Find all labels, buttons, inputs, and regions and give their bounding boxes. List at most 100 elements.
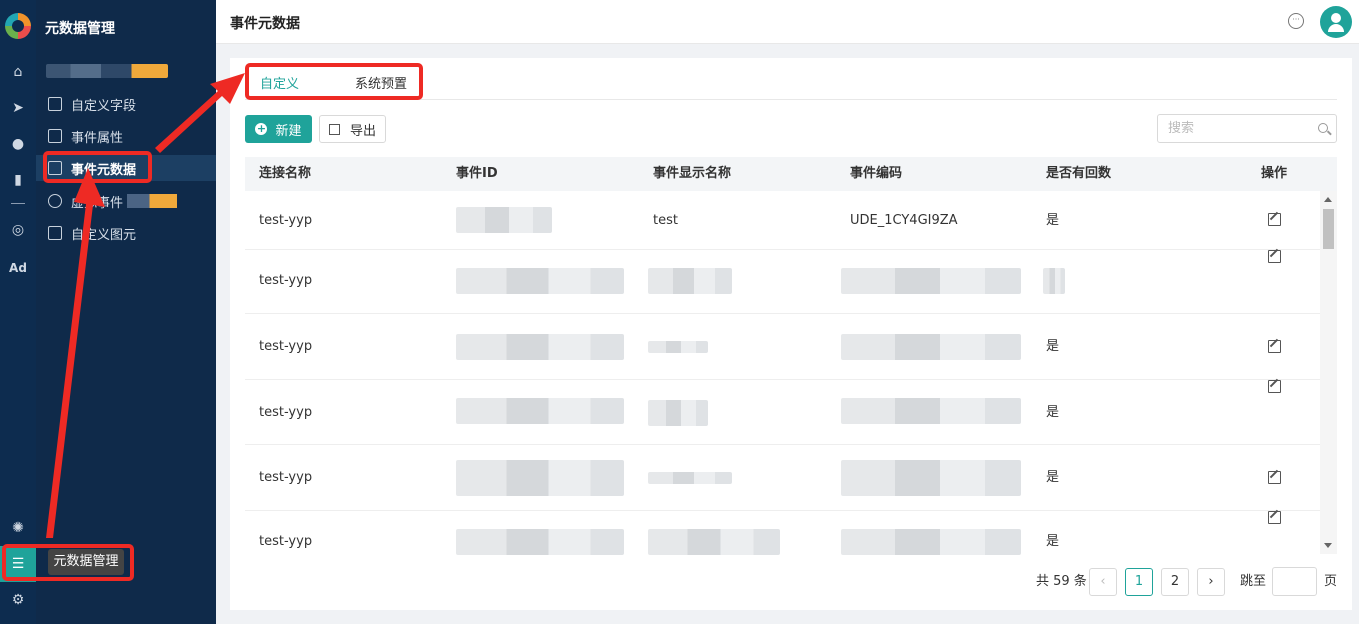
page-2-button[interactable]: 2 — [1161, 568, 1189, 596]
prev-page-button[interactable]: ‹ — [1089, 568, 1117, 596]
redacted-cell — [456, 207, 552, 233]
redacted-cell — [648, 529, 780, 555]
scroll-thumb[interactable] — [1323, 209, 1334, 249]
field-icon — [48, 97, 62, 111]
send-icon[interactable]: ➤ — [0, 96, 36, 120]
sidebar: 元数据管理 自定义字段 事件属性 事件元数据 虚拟事件 自定义图元 — [36, 0, 216, 624]
annotation-box-rail — [2, 544, 134, 581]
logo-icon — [5, 13, 31, 39]
cell-has-return: 是 — [1046, 405, 1060, 420]
main-card: 自定义 系统预置 + 新建 导出 连接名称 事件ID 事件显示名称 事件编码 是… — [230, 58, 1352, 610]
col-has-return: 是否有回数 — [1046, 166, 1112, 181]
sidebar-item-label: 自定义图元 — [71, 227, 137, 243]
edit-icon[interactable] — [1268, 511, 1281, 524]
jump-label: 跳至 — [1240, 574, 1267, 589]
next-page-button[interactable]: › — [1197, 568, 1225, 596]
table-row: test-yyp 是 — [245, 380, 1337, 445]
gear-icon[interactable]: ⚙ — [0, 588, 36, 612]
redacted-cell — [841, 398, 1021, 424]
table-row: test-yyp — [245, 250, 1337, 314]
edit-icon[interactable] — [1268, 213, 1281, 226]
cell-has-return: 是 — [1046, 534, 1060, 549]
redacted-cell — [456, 268, 624, 294]
new-button[interactable]: + 新建 — [245, 115, 312, 143]
ad-icon[interactable]: Ad — [0, 256, 36, 280]
sidebar-item-label: 自定义字段 — [71, 98, 137, 114]
edit-icon[interactable] — [1268, 250, 1281, 263]
icon-rail: ⌂ ➤ ● ▮ ◎ Ad ✺ ☰ ⚙ — [0, 0, 36, 624]
page-title: 事件元数据 — [230, 16, 300, 32]
edit-icon[interactable] — [1268, 471, 1281, 484]
edit-icon[interactable] — [1268, 380, 1281, 393]
table-header: 连接名称 事件ID 事件显示名称 事件编码 是否有回数 操作 — [245, 157, 1337, 191]
redacted-cell — [648, 472, 732, 484]
new-button-label: 新建 — [275, 123, 302, 139]
total-count: 共 59 条 — [1036, 574, 1087, 589]
bar-chart-icon[interactable]: ▮ — [0, 168, 36, 192]
cell-conn: test-yyp — [259, 405, 313, 420]
home-icon[interactable]: ⌂ — [0, 60, 36, 84]
cell-conn: test-yyp — [259, 213, 313, 228]
edit-icon[interactable] — [1268, 340, 1281, 353]
element-icon — [48, 226, 62, 240]
redacted-tail — [127, 194, 178, 208]
redacted-cell — [648, 268, 732, 294]
page-suffix: 页 — [1324, 574, 1338, 589]
header: 事件元数据 ··· — [216, 0, 1359, 44]
jump-page-input[interactable] — [1272, 567, 1317, 596]
cell-has-return: 是 — [1046, 213, 1060, 228]
cell-has-return: 是 — [1046, 339, 1060, 354]
sidebar-title: 元数据管理 — [45, 21, 115, 37]
table-row: test-yyp 是 — [245, 511, 1337, 575]
search-input[interactable] — [1158, 115, 1308, 142]
redacted-cell — [648, 341, 708, 353]
cell-conn: test-yyp — [259, 470, 313, 485]
attribute-icon — [48, 129, 62, 143]
sidebar-item-custom-element[interactable]: 自定义图元 — [36, 220, 216, 246]
redacted-cell — [456, 334, 624, 360]
cell-has-return: 是 — [1046, 470, 1060, 485]
table-row: test-yyp test UDE_1CY4GI9ZA 是 — [245, 191, 1337, 250]
export-button[interactable]: 导出 — [319, 115, 386, 143]
redacted-item — [46, 64, 168, 78]
export-button-label: 导出 — [349, 123, 376, 139]
col-display-name: 事件显示名称 — [653, 166, 732, 181]
page-1-button[interactable]: 1 — [1125, 568, 1153, 596]
table-scrollbar[interactable] — [1320, 191, 1337, 554]
scroll-up-icon[interactable] — [1324, 197, 1332, 202]
redacted-cell — [841, 529, 1021, 555]
message-icon[interactable]: ··· — [1288, 13, 1304, 29]
wechat-icon[interactable]: ◎ — [0, 218, 36, 242]
col-actions: 操作 — [1261, 166, 1288, 181]
sidebar-item-label: 虚拟事件 — [71, 195, 124, 211]
redacted-cell — [841, 460, 1021, 496]
cell-event-code: UDE_1CY4GI9ZA — [850, 213, 958, 228]
redacted-cell — [1043, 268, 1065, 294]
sidebar-item-custom-field[interactable]: 自定义字段 — [36, 91, 216, 117]
col-event-code: 事件编码 — [850, 166, 903, 181]
avatar[interactable] — [1320, 6, 1352, 38]
redacted-cell — [648, 400, 708, 426]
settings-circle-icon[interactable]: ✺ — [0, 516, 36, 540]
scroll-down-icon[interactable] — [1324, 543, 1332, 548]
divider — [11, 203, 25, 204]
cell-conn: test-yyp — [259, 273, 313, 288]
cell-conn: test-yyp — [259, 339, 313, 354]
cell-conn: test-yyp — [259, 534, 313, 549]
sidebar-item-virtual-event[interactable]: 虚拟事件 — [36, 188, 216, 214]
user-icon[interactable]: ● — [0, 132, 36, 156]
redacted-cell — [841, 334, 1021, 360]
table-row: test-yyp 是 — [245, 314, 1337, 380]
annotation-box-tabs — [245, 63, 423, 100]
search-box — [1157, 114, 1337, 143]
sidebar-item-label: 事件属性 — [71, 130, 124, 146]
search-icon[interactable] — [1318, 123, 1328, 133]
sidebar-item-event-attr[interactable]: 事件属性 — [36, 123, 216, 149]
redacted-cell — [456, 398, 624, 424]
redacted-cell — [456, 529, 624, 555]
plus-icon: + — [255, 122, 268, 135]
annotation-box-sidebar — [43, 151, 152, 183]
export-icon — [328, 123, 340, 135]
event-table: 连接名称 事件ID 事件显示名称 事件编码 是否有回数 操作 test-yyp … — [245, 157, 1337, 575]
redacted-cell — [456, 460, 624, 496]
